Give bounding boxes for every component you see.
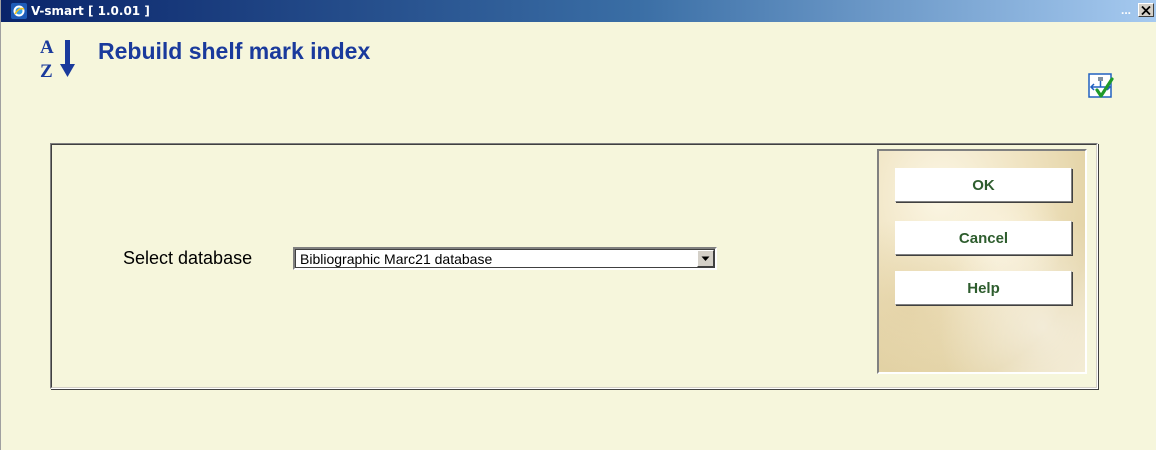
ok-button[interactable]: OK xyxy=(895,168,1072,202)
app-window: V-smart [ 1.0.01 ] ... A Z Rebuild shelf… xyxy=(0,0,1156,450)
page-header xyxy=(1,22,1156,114)
chevron-down-icon xyxy=(701,256,710,261)
title-ellipsis[interactable]: ... xyxy=(1121,3,1131,17)
database-select-value: Bibliographic Marc21 database xyxy=(300,251,493,267)
cancel-button[interactable]: Cancel xyxy=(895,221,1072,255)
title-bar: V-smart [ 1.0.01 ] ... xyxy=(1,0,1156,22)
help-button[interactable]: Help xyxy=(895,271,1072,305)
app-icon xyxy=(11,3,27,19)
close-icon xyxy=(1141,5,1151,15)
sort-az-icon: A Z xyxy=(38,34,80,82)
dropdown-arrow-button[interactable] xyxy=(697,250,714,267)
button-panel: OK Cancel Help xyxy=(877,149,1087,374)
close-button[interactable] xyxy=(1138,3,1154,17)
window-title: V-smart [ 1.0.01 ] xyxy=(31,4,150,18)
svg-text:Z: Z xyxy=(40,61,53,80)
page-title: Rebuild shelf mark index xyxy=(98,38,371,64)
svg-text:A: A xyxy=(40,37,54,58)
database-select[interactable]: Bibliographic Marc21 database xyxy=(293,247,717,270)
confirm-checkmark-icon[interactable] xyxy=(1088,71,1114,99)
select-database-label: Select database xyxy=(123,248,253,268)
